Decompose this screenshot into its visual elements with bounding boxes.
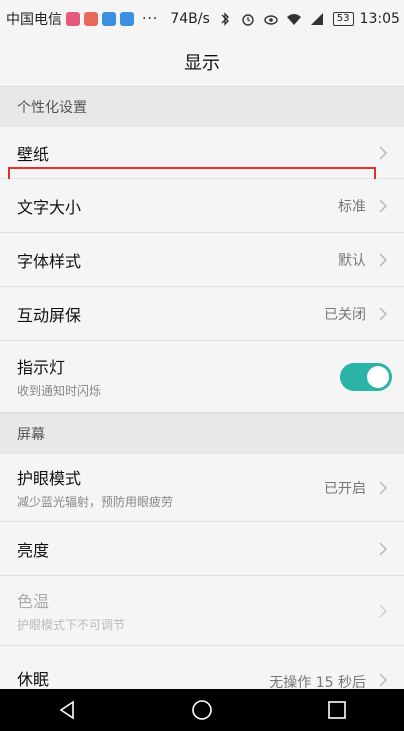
indicator-toggle[interactable] (340, 362, 392, 391)
indicator-title: 指示灯 (17, 358, 66, 377)
chevron-right-icon (379, 199, 387, 212)
home-icon[interactable] (191, 699, 213, 721)
indicator-subtitle: 收到通知时闪烁 (17, 384, 102, 398)
section-header-screen: 屏幕 (0, 413, 404, 454)
eye-mode-subtitle: 减少蓝光辐射，预防用眼疲劳 (17, 495, 174, 509)
calendar-app-icon (84, 12, 98, 26)
carrier-label: 中国电信 (6, 12, 62, 28)
battery-indicator: 53 (332, 12, 354, 26)
signal-icon (309, 11, 325, 27)
text-size-title: 文字大小 (17, 197, 82, 217)
chevron-right-icon (379, 146, 387, 159)
chevron-right-icon (379, 604, 387, 617)
chevron-right-icon (379, 481, 387, 494)
eye-mode-row[interactable]: 护眼模式 减少蓝光辐射，预防用眼疲劳 已开启 (0, 454, 404, 522)
font-style-value: 默认 (338, 252, 366, 269)
color-temp-subtitle: 护眼模式下不可调节 (17, 618, 126, 632)
eye-mode-value: 已开启 (324, 480, 366, 497)
chevron-right-icon (379, 307, 387, 320)
sports-app-icon (102, 12, 116, 26)
chevron-right-icon (379, 673, 387, 687)
screensaver-title: 互动屏保 (17, 305, 82, 325)
wallpaper-title: 壁纸 (17, 144, 50, 164)
screensaver-texts: 互动屏保 (17, 302, 324, 326)
sleep-title: 休眠 (17, 670, 50, 689)
more-notifications-icon: ··· (142, 11, 159, 27)
alarm-icon (240, 11, 256, 27)
text-size-row[interactable]: 文字大小 标准 (0, 179, 404, 233)
wallpaper-row[interactable]: 壁纸 (0, 127, 404, 213)
eye-mode-texts: 护眼模式 减少蓝光辐射，预防用眼疲劳 (17, 465, 324, 510)
color-temp-texts: 色温 护眼模式下不可调节 (17, 588, 376, 633)
gallery-app-icon (120, 12, 134, 26)
recents-icon[interactable] (326, 699, 348, 721)
brightness-row[interactable]: 亮度 (0, 522, 404, 576)
wallpaper-texts: 壁纸 (17, 141, 376, 165)
back-icon[interactable] (56, 699, 78, 721)
text-size-texts: 文字大小 (17, 194, 338, 218)
chevron-right-icon (379, 253, 387, 266)
settings-list: 个性化设置 壁纸 文字大小 标准 字体样式 默认 互动屏保 已关闭 指示灯 收到… (0, 86, 404, 716)
page-title: 显示 (0, 38, 404, 86)
wifi-icon (286, 11, 302, 27)
text-size-value: 标准 (338, 198, 366, 215)
chevron-right-icon (379, 542, 387, 555)
font-style-title: 字体样式 (17, 251, 82, 271)
section-header-personalization: 个性化设置 (0, 86, 404, 127)
color-temp-title: 色温 (17, 592, 50, 611)
brightness-texts: 亮度 (17, 537, 376, 561)
indicator-texts: 指示灯 收到通知时闪烁 (17, 354, 340, 399)
eye-care-icon (263, 11, 279, 27)
sleep-texts: 休眠 (17, 666, 269, 690)
font-style-row[interactable]: 字体样式 默认 (0, 233, 404, 287)
network-speed: 74B/s (170, 11, 210, 27)
brightness-title: 亮度 (17, 540, 50, 560)
clock: 13:05 (359, 11, 400, 27)
navigation-bar (0, 689, 404, 731)
color-temperature-row: 色温 护眼模式下不可调节 (0, 576, 404, 646)
bluetooth-icon (217, 11, 233, 27)
screensaver-value: 已关闭 (324, 306, 366, 323)
font-style-texts: 字体样式 (17, 248, 338, 272)
screensaver-row[interactable]: 互动屏保 已关闭 (0, 287, 404, 341)
indicator-light-row[interactable]: 指示灯 收到通知时闪烁 (0, 341, 404, 413)
eye-mode-title: 护眼模式 (17, 469, 82, 488)
music-app-icon (66, 12, 80, 26)
status-bar: 中国电信 ··· 74B/s 53 13:05 (0, 0, 404, 38)
toggle-knob (367, 365, 389, 388)
